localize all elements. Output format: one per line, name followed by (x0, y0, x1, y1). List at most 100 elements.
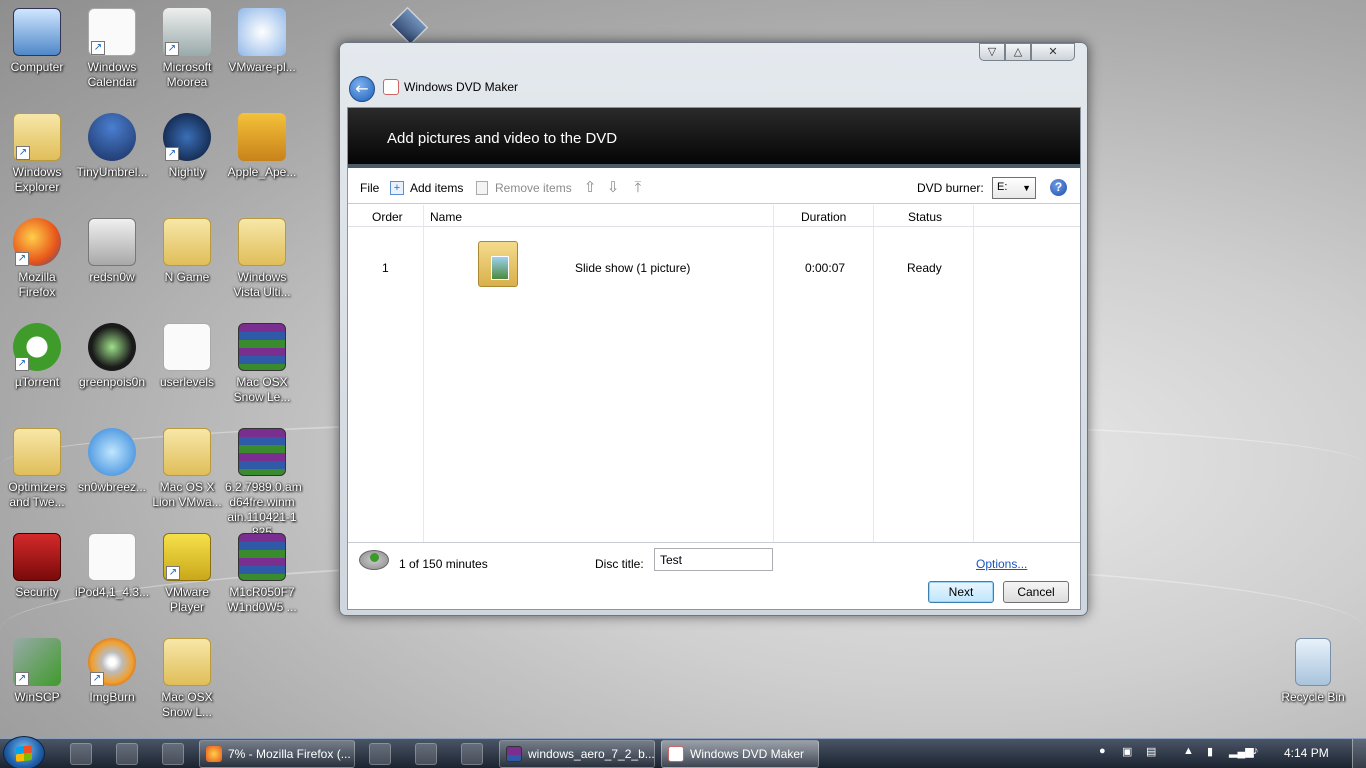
header-duration[interactable]: Duration (801, 210, 846, 224)
file-menu[interactable]: File (360, 181, 379, 195)
disc-usage-icon (359, 550, 389, 570)
desktop-icon-mac-osx-snow-leopard-archive[interactable]: Mac OSX Snow Le... (225, 323, 299, 405)
volume-icon[interactable]: ♪ (1253, 745, 1259, 757)
file-icon (88, 533, 136, 581)
desktop-icon-winscp[interactable]: ↗WinSCP (0, 638, 74, 705)
network-task-icon[interactable] (415, 743, 437, 765)
desktop-icon-windows-vista-ultimate[interactable]: Windows Vista Ulti... (225, 218, 299, 300)
desktop-icon-mac-osx-snow-leopard[interactable]: Mac OSX Snow L... (150, 638, 224, 720)
desktop-icon-label: Windows Vista Ulti... (233, 270, 290, 299)
desktop-icon-label: redsn0w (89, 270, 134, 284)
desktop-icon-tinyumbrella[interactable]: TinyUmbrel... (75, 113, 149, 180)
chrome-tray-icon[interactable]: ● (1099, 745, 1106, 757)
signal-icon[interactable]: ▂▄▆ (1229, 745, 1254, 758)
blocked-task-icon[interactable] (461, 743, 483, 765)
network-tray-icon[interactable]: ▤ (1146, 745, 1156, 758)
move-down-icon[interactable]: ⇩ (605, 179, 621, 197)
umbrella-icon (88, 113, 136, 161)
desktop-icon-computer[interactable]: Computer (0, 8, 74, 75)
toolbar: File + Add items Remove items ⇧ ⇩ ⤒ DVD … (348, 172, 1080, 204)
desktop-icon-nightly[interactable]: ↗Nightly (150, 113, 224, 180)
moorea-icon: ↗ (163, 8, 211, 56)
dvd-burner-select[interactable]: E: ▼ (992, 177, 1036, 199)
desktop-icon-imgburn[interactable]: ↗ImgBurn (75, 638, 149, 705)
minutes-used: 1 of 150 minutes (399, 557, 488, 571)
help-icon[interactable]: ? (1050, 179, 1067, 196)
desktop-icon-label: N Game (165, 270, 210, 284)
maximize-button[interactable]: △ (1005, 43, 1031, 61)
start-button[interactable] (3, 736, 45, 768)
taskbar: 7% - Mozilla Firefox (... windows_aero_7… (0, 738, 1366, 768)
next-button[interactable]: Next (928, 581, 994, 603)
folder-icon (163, 218, 211, 266)
desktop-icon-redsn0w[interactable]: redsn0w (75, 218, 149, 285)
desktop-icon-label: Mac OSX Snow Le... (234, 375, 291, 404)
clock[interactable]: 4:14 PM (1284, 746, 1329, 760)
column-order (348, 205, 424, 542)
header-name[interactable]: Name (430, 210, 462, 224)
folder-icon (163, 428, 211, 476)
desktop-icon-microsoft-windows-archive[interactable]: M1cR050F7 W1nd0W5 ... (225, 533, 299, 615)
desktop-icon-n-game[interactable]: N Game (150, 218, 224, 285)
back-button[interactable]: ← (349, 76, 375, 102)
add-items-icon[interactable]: + (390, 181, 404, 195)
desktop-icon-label: Microsoft Moorea (163, 60, 212, 89)
disc-title-input[interactable] (654, 548, 773, 571)
desktop-icon-windows-explorer[interactable]: ↗Windows Explorer (0, 113, 74, 195)
add-items-button[interactable]: Add items (410, 181, 463, 195)
remove-items-icon[interactable] (476, 181, 488, 195)
dvd-burner-value: E: (997, 181, 1007, 193)
move-top-icon[interactable]: ⤒ (630, 179, 646, 197)
battery-icon[interactable]: ▮ (1207, 745, 1213, 758)
minimize-button[interactable]: ▽ (979, 43, 1005, 61)
desktop-icon-mac-os-x-lion-vmware[interactable]: Mac OS X Lion VMwa... (150, 428, 224, 510)
desktop-icon-vmware-player-installer[interactable]: VMware-pl... (225, 8, 299, 75)
desktop-icon-label: Windows Calendar (88, 60, 137, 89)
desktop-icon-label: µTorrent (15, 375, 59, 389)
close-button[interactable]: ✕ (1031, 43, 1075, 61)
desktop-icon-vmware-player[interactable]: ↗VMware Player (150, 533, 224, 615)
column-status (874, 205, 974, 542)
dvd-maker-app-icon (383, 79, 399, 95)
desktop-icon-apple-ape[interactable]: Apple_Ape... (225, 113, 299, 180)
desktop-icon-label: sn0wbreez... (78, 480, 146, 494)
header-status[interactable]: Status (908, 210, 942, 224)
desktop-icon-ipod-firmware[interactable]: iPod4,1_4.3... (75, 533, 149, 600)
remove-items-button[interactable]: Remove items (495, 181, 572, 195)
task-dvd-maker[interactable]: Windows DVD Maker (661, 740, 819, 768)
desktop-icon-optimizers[interactable]: Optimizers and Twe... (0, 428, 74, 510)
table-header: Order Name Duration Status (348, 205, 1080, 227)
options-link[interactable]: Options... (976, 557, 1027, 571)
desktop-icon-recycle-bin[interactable]: Recycle Bin (1276, 638, 1350, 705)
slideshow-thumbnail-icon (478, 241, 518, 287)
move-up-icon[interactable]: ⇧ (582, 179, 598, 197)
task-winrar[interactable]: windows_aero_7_2_b... (499, 740, 655, 768)
content-pane: Add pictures and video to the DVD File +… (347, 107, 1081, 610)
chevron-up-icon[interactable]: ▲ (1183, 745, 1194, 757)
desktop-icon-sn0wbreeze[interactable]: sn0wbreez... (75, 428, 149, 495)
desktop-icon-security[interactable]: Security (0, 533, 74, 600)
desktop-icon-label: 6.2.7989.0.am d64fre.winm ain.110421-1 8… (225, 480, 302, 539)
cancel-button[interactable]: Cancel (1003, 581, 1069, 603)
desktop-icon-greenpois0n[interactable]: greenpois0n (75, 323, 149, 390)
show-desktop-quicklaunch-icon[interactable] (70, 743, 92, 765)
nightly-task-icon[interactable] (369, 743, 391, 765)
desktop-icon-mozilla-firefox[interactable]: ↗Mozilla Firefox (0, 218, 74, 300)
desktop-icon-userlevels[interactable]: userlevels (150, 323, 224, 390)
explorer-icon: ↗ (13, 113, 61, 161)
explorer-quicklaunch-icon[interactable] (116, 743, 138, 765)
header-order[interactable]: Order (372, 210, 403, 224)
monitor-tray-icon[interactable]: ▣ (1122, 745, 1132, 758)
show-desktop-button[interactable] (1352, 739, 1366, 768)
media-quicklaunch-icon[interactable] (162, 743, 184, 765)
desktop-icon-microsoft-moorea[interactable]: ↗ Microsoft Moorea (150, 8, 224, 90)
desktop-icon-windows-calendar[interactable]: ↗Windows Calendar (75, 8, 149, 90)
greenpois0n-icon (88, 323, 136, 371)
folder-icon (238, 218, 286, 266)
folder-icon (13, 428, 61, 476)
task-firefox[interactable]: 7% - Mozilla Firefox (... (199, 740, 355, 768)
caption-buttons: ▽ △ ✕ (979, 43, 1075, 61)
desktop-icon-utorrent[interactable]: ↗µTorrent (0, 323, 74, 390)
desktop-icon-windows-build-archive[interactable]: 6.2.7989.0.am d64fre.winm ain.110421-1 8… (225, 428, 299, 540)
winrar-icon (238, 428, 286, 476)
